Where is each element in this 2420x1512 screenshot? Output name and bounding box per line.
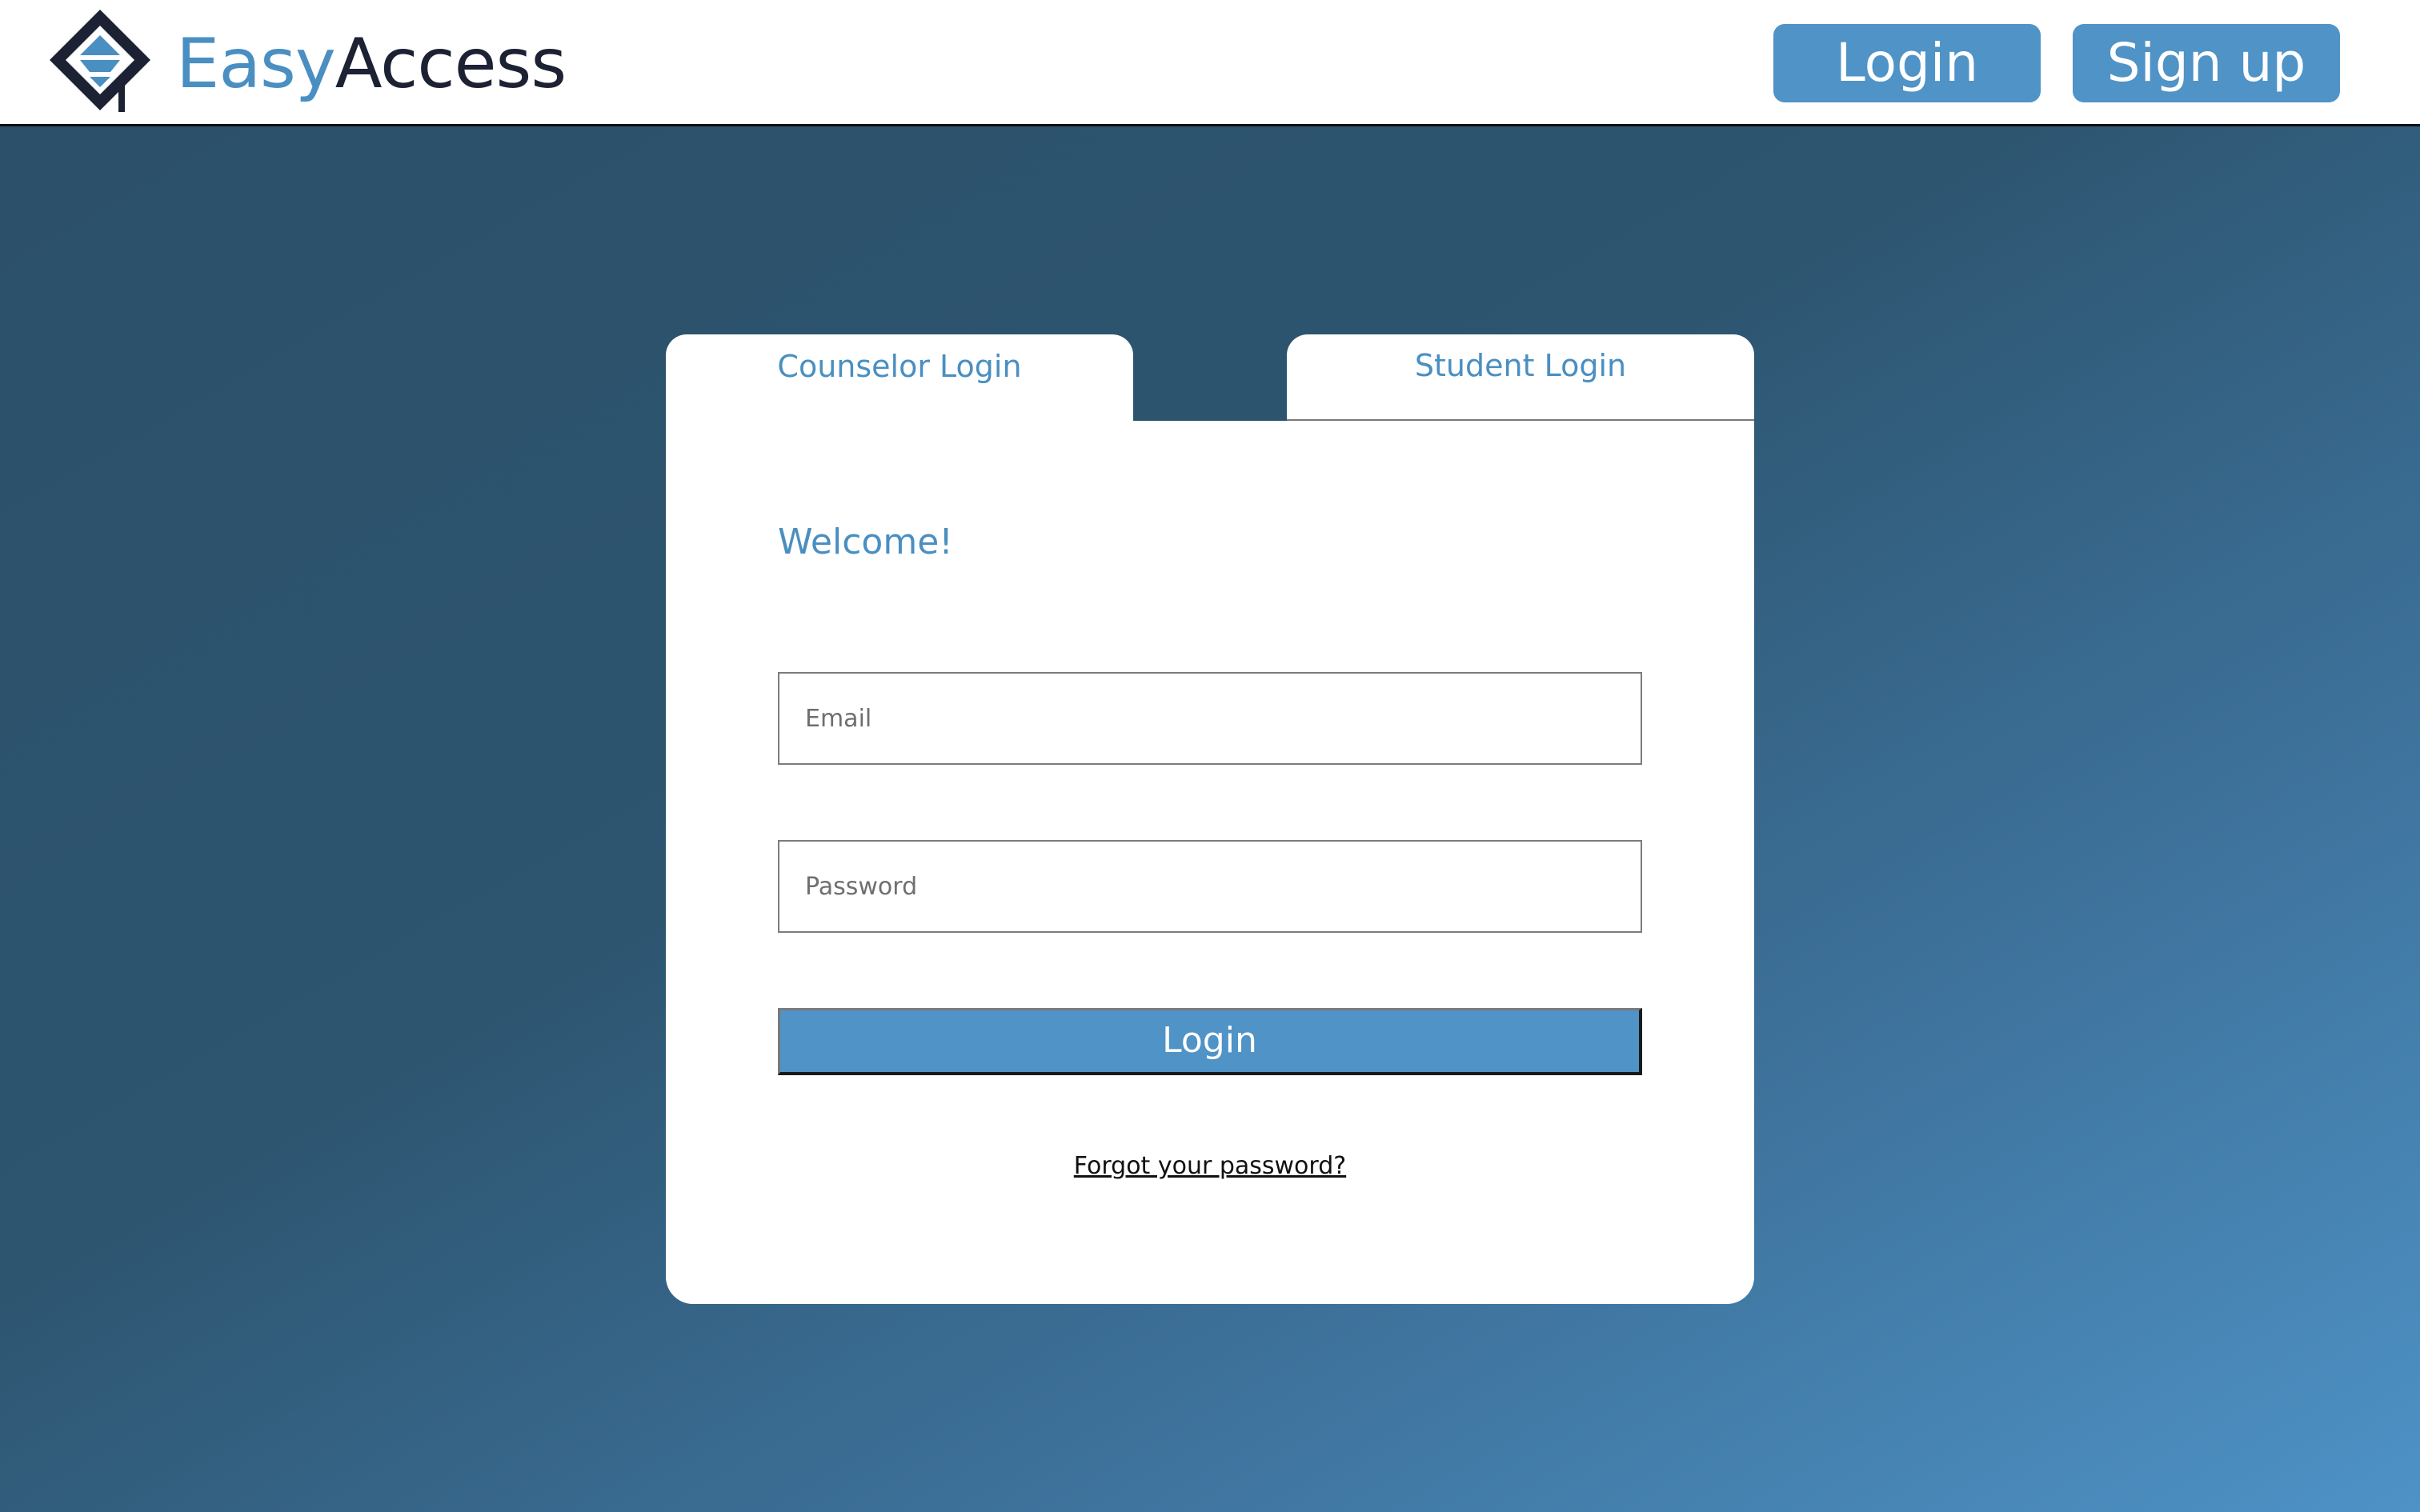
graduation-cap-diamond-icon[interactable] <box>43 6 157 115</box>
forgot-password-link[interactable]: Forgot your password? <box>778 1149 1642 1184</box>
header-signup-button[interactable]: Sign up <box>2073 24 2340 102</box>
welcome-heading: Welcome! <box>778 522 953 562</box>
login-submit-button[interactable]: Login <box>778 1008 1642 1075</box>
password-field[interactable] <box>778 840 1642 933</box>
brand-part-access: Access <box>335 24 567 104</box>
header-login-button[interactable]: Login <box>1773 24 2041 102</box>
top-header: EasyAccess Login Sign up <box>0 0 2420 126</box>
brand-part-easy: Easy <box>176 24 336 104</box>
tab-student-login[interactable]: Student Login <box>1287 334 1754 421</box>
email-field[interactable] <box>778 672 1642 765</box>
brand-wordmark[interactable]: EasyAccess <box>176 22 567 106</box>
